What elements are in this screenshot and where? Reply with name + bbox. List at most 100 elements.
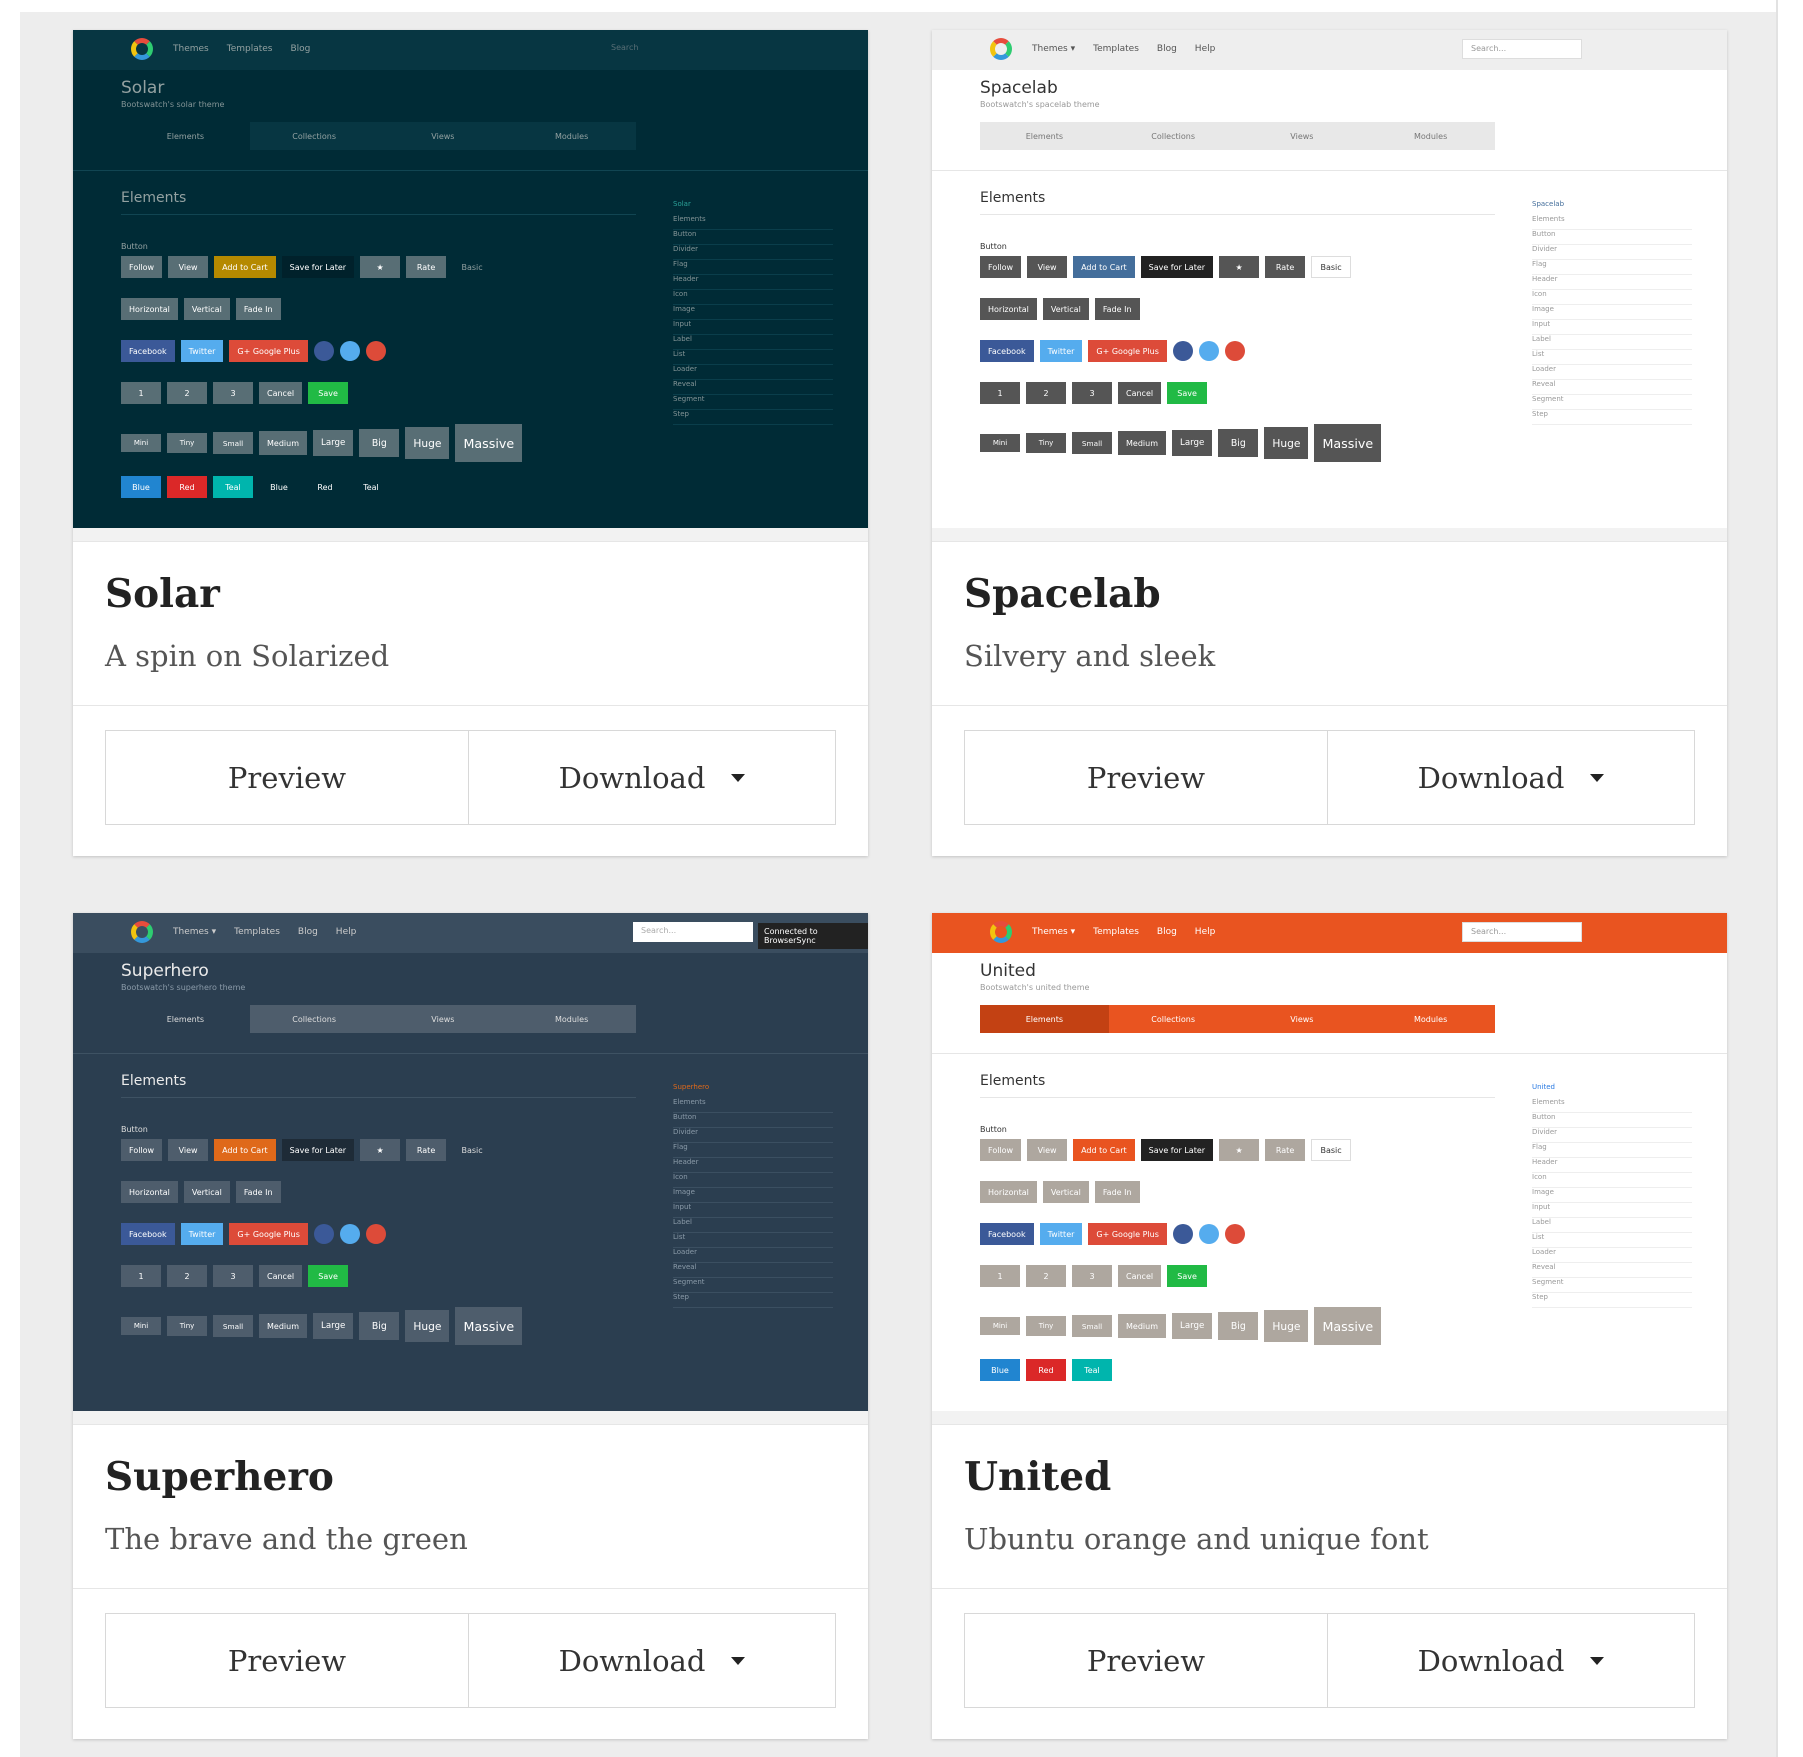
mini-button[interactable]: Horizontal [980, 298, 1037, 320]
mini-button[interactable]: Huge [1264, 427, 1309, 459]
mini-sidebar-item[interactable]: Button [673, 1113, 833, 1128]
mini-sidebar-item[interactable]: Button [1532, 1113, 1692, 1128]
mini-button[interactable]: G+ Google Plus [1088, 1223, 1167, 1245]
mini-button[interactable]: Cancel [259, 382, 303, 404]
mini-sidebar-item[interactable]: Reveal [673, 380, 833, 395]
mini-search-input[interactable]: Search... [1462, 922, 1582, 942]
mini-button[interactable]: Small [1072, 432, 1112, 454]
mini-nav-link[interactable]: Themes ▾ [173, 927, 216, 937]
mini-button[interactable]: Rate [1265, 256, 1306, 278]
mini-sidebar-item[interactable]: Segment [673, 395, 833, 410]
mini-button[interactable]: Blue [980, 1359, 1020, 1381]
mini-button[interactable]: Cancel [259, 1265, 303, 1287]
mini-tab[interactable]: Modules [1366, 1005, 1495, 1033]
mini-tab[interactable]: Modules [507, 122, 636, 150]
mini-nav-link[interactable]: Blog [1157, 44, 1177, 54]
mini-button[interactable]: G+ Google Plus [1088, 340, 1167, 362]
mini-button[interactable]: Big [1218, 1312, 1259, 1340]
google-plus-icon[interactable] [365, 1224, 386, 1244]
google-plus-icon[interactable] [1224, 1224, 1245, 1244]
google-plus-icon[interactable] [365, 341, 386, 361]
mini-sidebar-item[interactable]: Elements [673, 1098, 833, 1113]
mini-button[interactable]: Mini [121, 1317, 161, 1335]
mini-sidebar-item[interactable]: Input [1532, 1203, 1692, 1218]
mini-sidebar-title[interactable]: Superhero [673, 1083, 833, 1098]
mini-sidebar-item[interactable]: Image [1532, 1188, 1692, 1203]
twitter-icon[interactable] [1198, 1224, 1219, 1244]
mini-button[interactable]: 3 [213, 382, 253, 404]
mini-tab[interactable]: Views [1237, 1005, 1367, 1033]
mini-button[interactable]: Vertical [183, 1181, 230, 1203]
mini-button[interactable]: Save for Later [281, 256, 355, 278]
mini-nav-link[interactable]: Templates [227, 44, 273, 54]
mini-button[interactable]: Tiny [1026, 1316, 1066, 1336]
mini-button[interactable]: Follow [980, 256, 1022, 278]
mini-button[interactable]: Basic [1311, 1139, 1352, 1161]
mini-sidebar-item[interactable]: List [1532, 1233, 1692, 1248]
mini-button[interactable]: Save [1167, 1265, 1208, 1287]
mini-button[interactable]: Fade In [235, 1181, 281, 1203]
download-dropdown-button[interactable]: Download [469, 731, 835, 824]
mini-search-input[interactable]: Search [603, 39, 723, 59]
mini-button[interactable]: Small [1072, 1315, 1112, 1337]
mini-sidebar-item[interactable]: Icon [673, 290, 833, 305]
mini-button[interactable]: Red [167, 476, 207, 498]
theme-screenshot-superhero[interactable]: Themes ▾ Templates Blog Help Search... Connec… [73, 913, 868, 1411]
mini-sidebar-item[interactable]: Segment [673, 1278, 833, 1293]
mini-button[interactable]: Facebook [980, 340, 1034, 362]
mini-button[interactable]: Vertical [1042, 1181, 1089, 1203]
mini-button[interactable]: Follow [121, 256, 163, 278]
mini-sidebar-item[interactable]: Icon [673, 1173, 833, 1188]
mini-button[interactable]: Facebook [121, 340, 175, 362]
mini-tab[interactable]: Views [378, 122, 508, 150]
mini-button[interactable]: Massive [1314, 424, 1382, 462]
mini-button[interactable]: 3 [1072, 1265, 1112, 1287]
mini-button[interactable]: G+ Google Plus [229, 340, 308, 362]
google-plus-icon[interactable] [1224, 341, 1245, 361]
mini-sidebar-item[interactable]: Divider [1532, 1128, 1692, 1143]
mini-button[interactable]: Twitter [180, 1223, 224, 1245]
mini-button[interactable]: Massive [455, 1307, 523, 1345]
mini-button[interactable]: Big [1218, 429, 1259, 457]
mini-button[interactable]: Massive [455, 424, 523, 462]
mini-sidebar-item[interactable]: Icon [1532, 290, 1692, 305]
mini-button[interactable]: Blue [259, 476, 299, 498]
mini-button[interactable]: Save for Later [1140, 256, 1214, 278]
mini-sidebar-item[interactable]: Reveal [673, 1263, 833, 1278]
preview-button[interactable]: Preview [106, 1614, 469, 1707]
mini-sidebar-item[interactable]: Elements [1532, 215, 1692, 230]
mini-sidebar-item[interactable]: Image [673, 1188, 833, 1203]
mini-tab[interactable]: Collections [249, 1005, 379, 1033]
mini-button[interactable]: ★ [360, 1139, 401, 1161]
mini-sidebar-item[interactable]: Header [673, 1158, 833, 1173]
mini-tab[interactable]: Elements [121, 122, 250, 150]
mini-button[interactable]: View [168, 256, 209, 278]
mini-button[interactable]: Massive [1314, 1307, 1382, 1345]
mini-button[interactable]: Tiny [167, 433, 207, 453]
mini-sidebar-item[interactable]: Elements [673, 215, 833, 230]
mini-sidebar-item[interactable]: Icon [1532, 1173, 1692, 1188]
mini-button[interactable]: Horizontal [980, 1181, 1037, 1203]
mini-sidebar-item[interactable]: Image [673, 305, 833, 320]
mini-sidebar-item[interactable]: Loader [673, 365, 833, 380]
mini-button[interactable]: Big [359, 1312, 400, 1340]
mini-button[interactable]: Twitter [1039, 340, 1083, 362]
mini-sidebar-item[interactable]: Flag [673, 1143, 833, 1158]
mini-button[interactable]: Large [313, 430, 354, 456]
mini-sidebar-item[interactable]: Step [673, 1293, 833, 1308]
mini-button[interactable]: Mini [980, 434, 1020, 452]
mini-nav-link[interactable]: Help [1195, 927, 1216, 937]
mini-nav-link[interactable]: Themes [173, 44, 209, 54]
mini-button[interactable]: Large [313, 1313, 354, 1339]
mini-button[interactable]: Rate [406, 1139, 447, 1161]
mini-nav-link[interactable]: Templates [1093, 927, 1139, 937]
mini-sidebar-item[interactable]: List [673, 350, 833, 365]
download-dropdown-button[interactable]: Download [1328, 1614, 1694, 1707]
mini-nav-link[interactable]: Templates [234, 927, 280, 937]
mini-button[interactable]: Huge [405, 427, 450, 459]
mini-sidebar-item[interactable]: List [673, 1233, 833, 1248]
mini-button[interactable]: Medium [259, 1314, 307, 1338]
mini-button[interactable]: Add to Cart [1073, 1139, 1135, 1161]
facebook-icon[interactable] [1172, 341, 1193, 361]
mini-button[interactable]: 1 [980, 382, 1020, 404]
